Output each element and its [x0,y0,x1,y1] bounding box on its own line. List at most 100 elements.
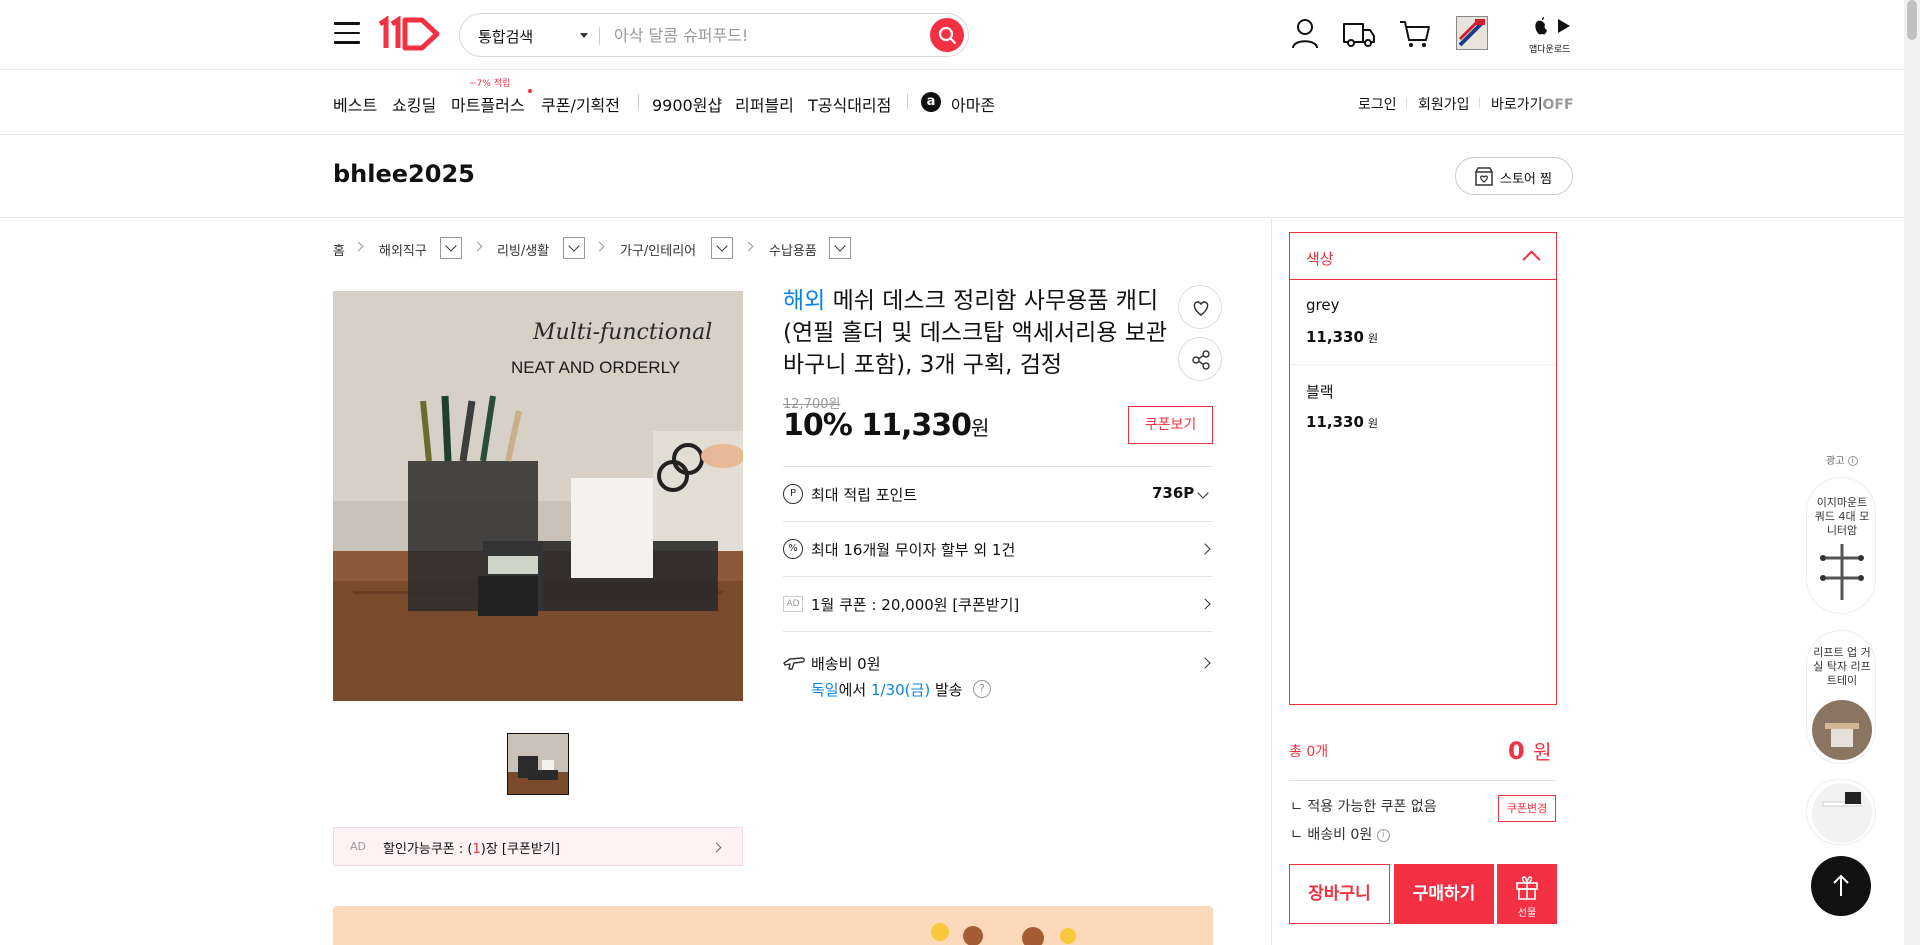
login-link[interactable]: 로그인 [1358,94,1397,114]
option-item[interactable]: 블랙 11,330 원 [1290,365,1556,450]
amazon-icon[interactable]: a [921,92,941,112]
breadcrumb-storage[interactable]: 수납용품 [769,240,817,259]
side-ad-product[interactable] [1806,779,1876,845]
wishlist-button[interactable] [1178,285,1222,329]
nav-amazon[interactable]: 아마존 [951,92,995,116]
option-header-label: 색상 [1306,250,1334,268]
heart-icon [1193,301,1209,316]
chevron-down-icon[interactable] [440,237,462,259]
image-caption-script: Multi-functional [532,320,712,345]
mart-plus-badge: ~7% 적립 [469,79,511,89]
breadcrumb-overseas[interactable]: 해외직구 [379,240,427,259]
coupon-view-button[interactable]: 쿠폰보기 [1128,406,1213,444]
nav-t-official[interactable]: T공식대리점 [808,92,891,116]
top-bar: 통합검색 앱다운로드 [0,0,1904,70]
chevron-down-icon[interactable] [563,237,585,259]
side-ad-monitor-arm[interactable]: 이지마운트 쿼드 4대 모니터암 [1806,477,1876,614]
page: { "header": { "search_category": "통합검색",… [0,0,1920,945]
shortcut-toggle[interactable]: 바로가기OFF [1491,94,1574,114]
ad-coupon-label[interactable]: 1월 쿠폰 : 20,000원 [쿠폰받기] [811,594,1019,615]
option-header[interactable]: 색상 [1290,233,1556,280]
nav-9900-shop[interactable]: 9900원샵 [652,92,722,116]
shipping-plane-icon [783,657,805,670]
gift-button[interactable]: 선물 [1497,864,1557,924]
store-name[interactable]: bhlee2025 [333,160,475,188]
chevron-down-icon[interactable] [711,237,733,259]
app-store-icon[interactable] [1530,14,1576,40]
cart-icon[interactable] [1398,16,1432,50]
monitor-arm-image [1820,544,1864,600]
nav-refurbly[interactable]: 리퍼블리 [735,92,794,116]
buy-now-button[interactable]: 구매하기 [1394,864,1494,924]
product-main-image[interactable]: Multi-functional NEAT AND ORDERLY [333,291,743,701]
overseas-tag: 해외 [783,288,826,314]
chevron-right-icon[interactable] [1199,543,1211,555]
store-heart-icon [1475,167,1493,186]
chevron-down-icon[interactable] [1197,487,1209,499]
lift-table-image [1812,700,1872,760]
side-ad-lift-table[interactable]: 리프트 업 거실 탁자 리프트테이 [1806,630,1876,764]
installment-label[interactable]: 최대 16개월 무이자 할부 외 1건 [811,539,1015,560]
shipping-info: 독일에서 1/30(금) 발송 [811,681,963,699]
delivery-truck-icon[interactable] [1342,16,1376,50]
shortcut-label: 바로가기 [1491,97,1543,113]
sale-price: 10% 11,330원 [783,408,989,443]
recent-product-thumbnail[interactable] [1456,16,1488,50]
chevron-right-icon[interactable] [1199,598,1211,610]
chevron-down-icon[interactable] [580,33,588,38]
discount-coupon-text: 할인가능쿠폰 : (1)장 [쿠폰받기] [383,842,560,857]
info-icon[interactable]: i [1376,828,1390,842]
chevron-down-icon[interactable] [829,237,851,259]
signup-link[interactable]: 회원가입 [1418,94,1470,114]
share-button[interactable] [1178,337,1222,381]
shipping-fee: 배송비 0원 [811,655,881,673]
search-input[interactable] [614,23,914,47]
option-panel: 색상 grey 11,330 원 블랙 11,330 원 [1289,232,1557,705]
search-category-select[interactable]: 통합검색 [478,26,533,47]
scrollbar-thumb[interactable] [1907,0,1917,40]
breadcrumb-home[interactable]: 홈 [333,240,345,259]
search-icon [938,26,957,45]
side-ad-product-image [1812,783,1872,843]
page-scrollbar[interactable] [1904,0,1920,945]
nav-best[interactable]: 베스트 [333,92,377,116]
nav-shocking-deal[interactable]: 쇼킹딜 [392,92,436,116]
app-download-label[interactable]: 앱다운로드 [1529,42,1570,55]
breadcrumb-living[interactable]: 리빙/생활 [497,240,549,259]
search-bar: 통합검색 [459,13,969,57]
chevron-up-icon[interactable] [1522,250,1541,269]
summary-shipping: ㄴ 배송비 0원 i [1290,824,1390,844]
store-follow-label: 스토어 찜 [1500,172,1552,187]
points-label: 최대 적립 포인트 [811,486,918,504]
scroll-to-top-button[interactable] [1811,856,1871,916]
help-icon[interactable]: ? [973,680,991,698]
search-button[interactable] [930,18,964,52]
menu-icon[interactable] [334,22,360,46]
share-icon [1192,350,1210,370]
shortcut-state: OFF [1542,97,1574,113]
option-item[interactable]: grey 11,330 원 [1290,280,1556,365]
breadcrumb-furniture[interactable]: 가구/인테리어 [620,240,696,259]
product-thumbnail[interactable] [507,733,569,795]
total-count: 총 0개 [1289,744,1329,760]
image-caption-headline: NEAT AND ORDERLY [511,358,680,377]
gift-label: 선물 [1517,908,1537,919]
nav-coupon-events[interactable]: 쿠폰/기획전 [541,92,620,116]
discount-coupon-bar[interactable]: AD 할인가능쿠폰 : (1)장 [쿠폰받기] [333,827,743,866]
user-icon[interactable] [1288,16,1322,50]
11st-logo[interactable] [377,15,447,52]
new-dot [528,89,532,93]
promo-banner[interactable] [333,906,1213,945]
ad-badge: AD [783,596,803,612]
total-price: 0 원 [1508,737,1552,765]
arrow-up-icon [1833,874,1849,896]
ad-label: 광고 i [1826,452,1858,467]
points-value: 736P [1152,484,1195,502]
chevron-right-icon [711,842,722,853]
store-follow-button[interactable]: 스토어 찜 [1455,157,1573,195]
coupon-change-button[interactable]: 쿠폰변경 [1498,795,1556,822]
nav-mart-plus[interactable]: 마트플러스 [451,92,525,116]
installment-icon: % [783,539,803,559]
chevron-right-icon[interactable] [1199,657,1211,669]
add-to-cart-button[interactable]: 장바구니 [1289,864,1390,924]
